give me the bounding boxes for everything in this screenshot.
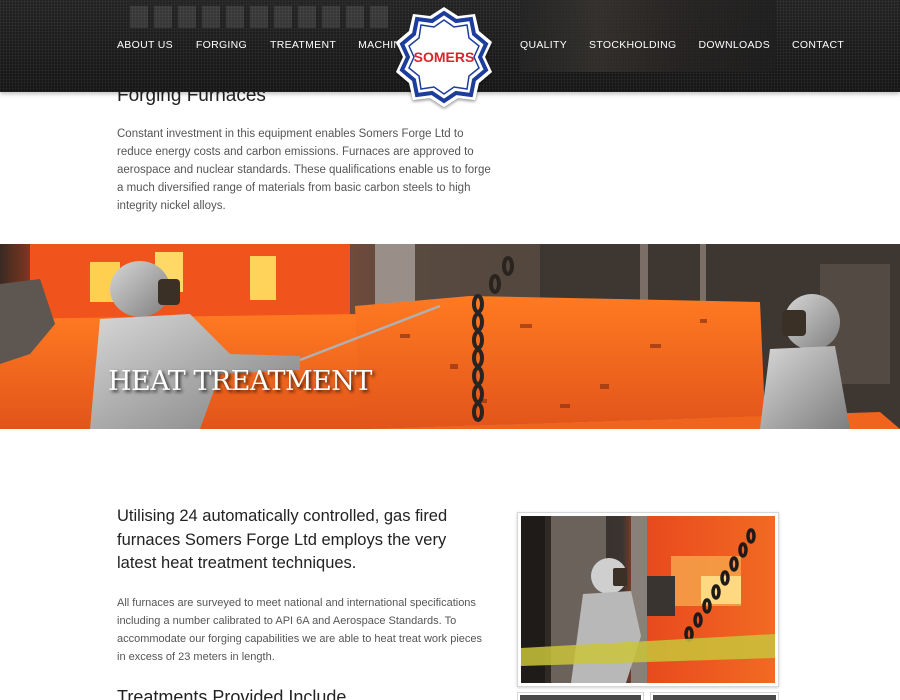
logo-text: SOMERS <box>414 49 475 65</box>
nav-downloads[interactable]: DOWNLOADS <box>698 39 770 51</box>
main-nav-right: QUALITY STOCKHOLDING DOWNLOADS CONTACT <box>520 39 844 51</box>
somers-logo[interactable]: SOMERS <box>391 4 497 110</box>
nav-forging[interactable]: FORGING <box>196 39 247 51</box>
furnace-worker-image <box>521 516 775 683</box>
header-background-photo <box>520 0 776 72</box>
nav-about-us[interactable]: ABOUT US <box>117 39 173 51</box>
gallery-thumbnail[interactable] <box>517 692 644 700</box>
intro-paragraph: All furnaces are surveyed to meet nation… <box>117 597 483 663</box>
heat-treatment-hero: HEAT TREATMENT <box>0 244 900 429</box>
treatments-heading: Treatments Provided Include <box>117 687 347 700</box>
nav-treatment[interactable]: TREATMENT <box>270 39 336 51</box>
forging-furnaces-text: Constant investment in this equipment en… <box>117 128 491 212</box>
nav-quality[interactable]: QUALITY <box>520 39 567 51</box>
hero-forge-photo <box>0 244 900 429</box>
gallery-thumbnail[interactable] <box>650 692 779 700</box>
main-nav-left: ABOUT US FORGING TREATMENT MACHINING <box>117 39 421 51</box>
nav-contact[interactable]: CONTACT <box>792 39 844 51</box>
intro-heading: Utilising 24 automatically controlled, g… <box>117 507 448 572</box>
hero-title: HEAT TREATMENT <box>108 366 372 397</box>
header-background-texture <box>130 6 390 28</box>
somers-badge-icon: SOMERS <box>396 7 492 107</box>
furnace-photo[interactable] <box>517 512 779 687</box>
nav-stockholding[interactable]: STOCKHOLDING <box>589 39 676 51</box>
